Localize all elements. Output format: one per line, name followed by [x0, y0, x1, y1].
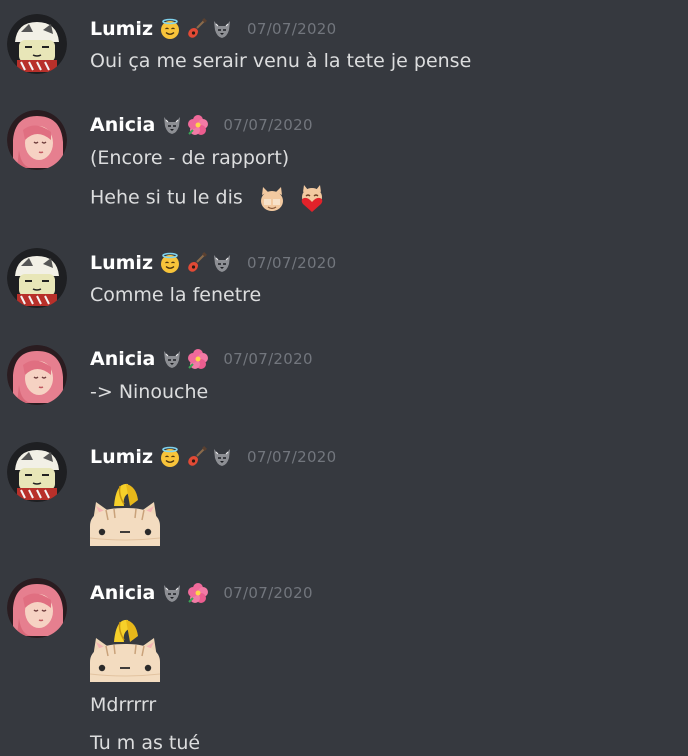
message-timestamp[interactable]: 07/07/2020	[247, 448, 336, 466]
message-text: Mdrrrrr	[90, 694, 157, 716]
avatar[interactable]	[7, 248, 67, 308]
message-text: Comme la fenetre	[90, 284, 262, 306]
cat-heart-emoji-icon[interactable]	[297, 183, 327, 213]
wolf-emoji-icon	[161, 348, 183, 370]
guitar-emoji-icon	[185, 18, 207, 40]
message-timestamp[interactable]: 07/07/2020	[223, 116, 312, 134]
message-text: Oui ça me serair venu à la tete je pense	[90, 50, 472, 72]
author-name[interactable]: Anicia	[90, 346, 155, 372]
author-name[interactable]: Anicia	[90, 112, 155, 138]
halo-smile-emoji-icon	[159, 446, 181, 468]
message-timestamp[interactable]: 07/07/2020	[247, 20, 336, 38]
author-name[interactable]: Lumiz	[90, 444, 153, 470]
message-timestamp[interactable]: 07/07/2020	[223, 350, 312, 368]
guitar-emoji-icon	[185, 252, 207, 274]
wolf-emoji-icon	[161, 114, 183, 136]
avatar[interactable]	[7, 345, 67, 405]
wolf-emoji-icon	[211, 18, 233, 40]
message-timestamp[interactable]: 07/07/2020	[223, 584, 312, 602]
halo-smile-emoji-icon	[159, 252, 181, 274]
cat-covering-face-emoji-icon[interactable]	[257, 183, 287, 213]
message-text: (Encore - de rapport)	[90, 147, 290, 169]
message-text: Tu m as tué	[90, 732, 201, 754]
avatar[interactable]	[7, 14, 67, 74]
halo-smile-emoji-icon	[159, 18, 181, 40]
message-text-with-emoji: Hehe si tu le dis	[90, 183, 327, 213]
author-name[interactable]: Lumiz	[90, 16, 153, 42]
chat-messages: Lumiz 07/07/2020 Oui ça me serair venu à…	[0, 0, 688, 756]
message-timestamp[interactable]: 07/07/2020	[247, 254, 336, 272]
hibiscus-flower-emoji-icon	[187, 582, 209, 604]
guitar-emoji-icon	[185, 446, 207, 468]
avatar[interactable]	[7, 578, 67, 638]
avatar[interactable]	[7, 110, 67, 170]
avatar[interactable]	[7, 442, 67, 502]
hibiscus-flower-emoji-icon	[187, 348, 209, 370]
banana-cat-emoji-icon[interactable]	[88, 480, 162, 546]
author-name[interactable]: Lumiz	[90, 250, 153, 276]
message-text: Hehe si tu le dis	[90, 186, 243, 209]
banana-cat-emoji-icon[interactable]	[88, 616, 162, 682]
message-text: -> Ninouche	[90, 381, 209, 403]
author-name[interactable]: Anicia	[90, 580, 155, 606]
wolf-emoji-icon	[161, 582, 183, 604]
wolf-emoji-icon	[211, 446, 233, 468]
wolf-emoji-icon	[211, 252, 233, 274]
hibiscus-flower-emoji-icon	[187, 114, 209, 136]
